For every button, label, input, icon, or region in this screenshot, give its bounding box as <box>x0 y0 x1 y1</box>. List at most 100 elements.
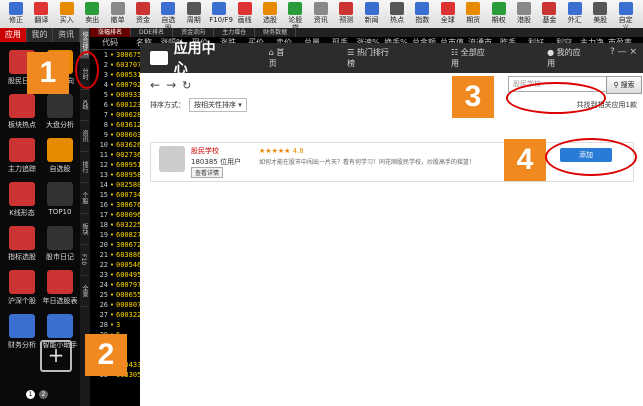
toolbar-item[interactable]: 自定义 <box>616 2 636 32</box>
toolbar-item[interactable]: 热点 <box>387 2 407 26</box>
sidebar-app[interactable]: 板块热点 <box>4 94 40 134</box>
toolbar-item[interactable]: 基金 <box>539 2 559 26</box>
toolbar-icon <box>161 2 176 15</box>
toolbar-item[interactable]: 资讯 <box>311 2 331 26</box>
row-dot: • <box>109 271 115 279</box>
app-icon <box>159 146 185 172</box>
toolbar-icon <box>288 2 303 15</box>
sidebar-app[interactable]: K线形态 <box>4 182 40 222</box>
toolbar-item[interactable]: 买入 <box>57 2 77 26</box>
toolbar-item[interactable]: 期权 <box>489 2 509 26</box>
forward-icon[interactable]: → <box>166 78 176 92</box>
toolbar-icon <box>466 2 481 15</box>
toolbar-item[interactable]: 外汇 <box>565 2 585 26</box>
vertical-tab[interactable]: 全景 <box>80 276 89 307</box>
app-icon <box>47 94 73 118</box>
sidebar-app[interactable]: 主力追踪 <box>4 138 40 178</box>
toolbar-item[interactable]: 全球 <box>438 2 458 26</box>
toolbar-item[interactable]: 预测 <box>336 2 356 26</box>
toolbar-item[interactable]: 选股 <box>260 2 280 26</box>
row-number: 23 <box>99 271 108 279</box>
refresh-icon[interactable]: ↻ <box>182 79 191 92</box>
sidebar-app[interactable]: TOP10 <box>42 182 78 222</box>
sidebar-pager: 1 2 <box>26 390 48 399</box>
toolbar-label: 翻译 <box>34 16 49 24</box>
row-dot: • <box>109 201 115 209</box>
toolbar-item[interactable]: 翻译 <box>31 2 51 26</box>
app-center-title: 应用中心 <box>173 41 216 77</box>
vertical-tab[interactable]: F10 <box>80 245 87 276</box>
toolbar-item[interactable]: 画线 <box>235 2 255 26</box>
nav-home[interactable]: ⌂ 首页 <box>269 47 319 69</box>
toolbar-icon <box>186 2 201 15</box>
stock-tab[interactable]: 主力增仓 <box>214 28 256 37</box>
toolbar-label: 热点 <box>390 16 404 24</box>
vertical-tab[interactable]: 排行 <box>80 152 89 183</box>
sidebar-app[interactable]: 沪深个股 <box>4 270 40 310</box>
toolbar-item[interactable]: 新闻 <box>362 2 382 26</box>
row-number: 7 <box>103 111 108 119</box>
toolbar-item[interactable]: 自选股 <box>158 2 178 32</box>
tab-mine[interactable]: 我的 <box>27 28 54 42</box>
back-icon[interactable]: ← <box>150 78 160 92</box>
toolbar-icon <box>110 2 125 15</box>
row-dot: • <box>109 121 115 129</box>
toolbar-icon <box>263 2 277 15</box>
stock-tab[interactable]: DDE排名 <box>131 28 174 37</box>
stock-tab[interactable]: 财务数据 <box>255 28 297 37</box>
add-app-icon[interactable]: + <box>40 340 72 372</box>
toolbar-label: 指数 <box>415 16 430 24</box>
vertical-tab[interactable]: K线 <box>80 90 89 121</box>
sidebar-app[interactable]: 自选股 <box>42 138 78 178</box>
page-2[interactable]: 2 <box>38 390 48 399</box>
toolbar-item[interactable]: F10/F9 <box>209 2 233 26</box>
nav-my-apps[interactable]: ● 我的应用 <box>547 47 615 69</box>
toolbar-icon <box>136 2 150 15</box>
sidebar-app[interactable]: 指标选股 <box>4 226 40 266</box>
toolbar-item[interactable]: 港股 <box>514 2 534 26</box>
stock-tab[interactable]: 资金流向 <box>173 28 215 37</box>
vertical-tab[interactable]: 资讯 <box>80 121 89 152</box>
row-dot: • <box>109 61 115 69</box>
toolbar-icon <box>593 2 608 15</box>
row-number: 16 <box>99 201 108 209</box>
toolbar-item[interactable]: 周期 <box>184 2 204 26</box>
page-1[interactable]: 1 <box>26 390 35 399</box>
toolbar-item[interactable]: 美股 <box>590 2 610 26</box>
details-button[interactable]: 查看详情 <box>191 167 224 178</box>
nav-all-apps[interactable]: ☷ 全部应用 <box>451 47 519 69</box>
sidebar-app[interactable]: 财务分析 <box>4 314 40 354</box>
window-buttons[interactable]: ? — × <box>610 47 637 57</box>
toolbar-label: 港股 <box>517 16 531 24</box>
toolbar-item[interactable]: 论股堂 <box>285 2 305 32</box>
sidebar-app[interactable]: 大盘分析 <box>42 94 78 134</box>
nav-ranking[interactable]: ☰ 热门排行榜 <box>347 47 423 69</box>
toolbar-item[interactable]: 卖出 <box>82 2 102 26</box>
toolbar-item[interactable]: 撤单 <box>108 2 128 26</box>
app-label: 大盘分析 <box>46 121 74 129</box>
marker-4: 4 <box>504 139 546 181</box>
toolbar-item[interactable]: 指数 <box>412 2 432 26</box>
toolbar-icon <box>85 2 100 15</box>
toolbar-item[interactable]: 期货 <box>463 2 483 26</box>
row-number: 11 <box>99 151 108 159</box>
app-icon <box>47 314 73 338</box>
vertical-tab[interactable]: 板块 <box>80 214 89 245</box>
stock-tab[interactable]: 涨幅排名 <box>90 28 132 37</box>
column-header[interactable]: 代码 <box>90 37 130 49</box>
app-name[interactable]: 股民学校 <box>191 146 219 156</box>
sidebar-app[interactable]: 股市日记 <box>42 226 78 266</box>
toolbar-item[interactable]: 资金 <box>133 2 153 26</box>
sidebar-app[interactable]: 年日选股表 <box>42 270 78 310</box>
toolbar-label: F10/F9 <box>209 16 233 24</box>
toolbar-item[interactable]: 修正 <box>6 2 26 26</box>
app-center-logo: 应用中心 <box>150 38 229 78</box>
tab-apps[interactable]: 应用 <box>0 28 27 42</box>
vertical-tab[interactable]: 个股 <box>80 183 89 214</box>
toolbar-label: 期货 <box>466 16 481 24</box>
sort-select[interactable]: 按相关性排序 ▾ <box>189 98 247 112</box>
toolbar-icon <box>542 2 557 15</box>
tab-news[interactable]: 资讯 <box>53 28 81 42</box>
search-button[interactable]: ⚲ 搜索 <box>606 76 642 94</box>
row-number: 12 <box>99 161 108 169</box>
